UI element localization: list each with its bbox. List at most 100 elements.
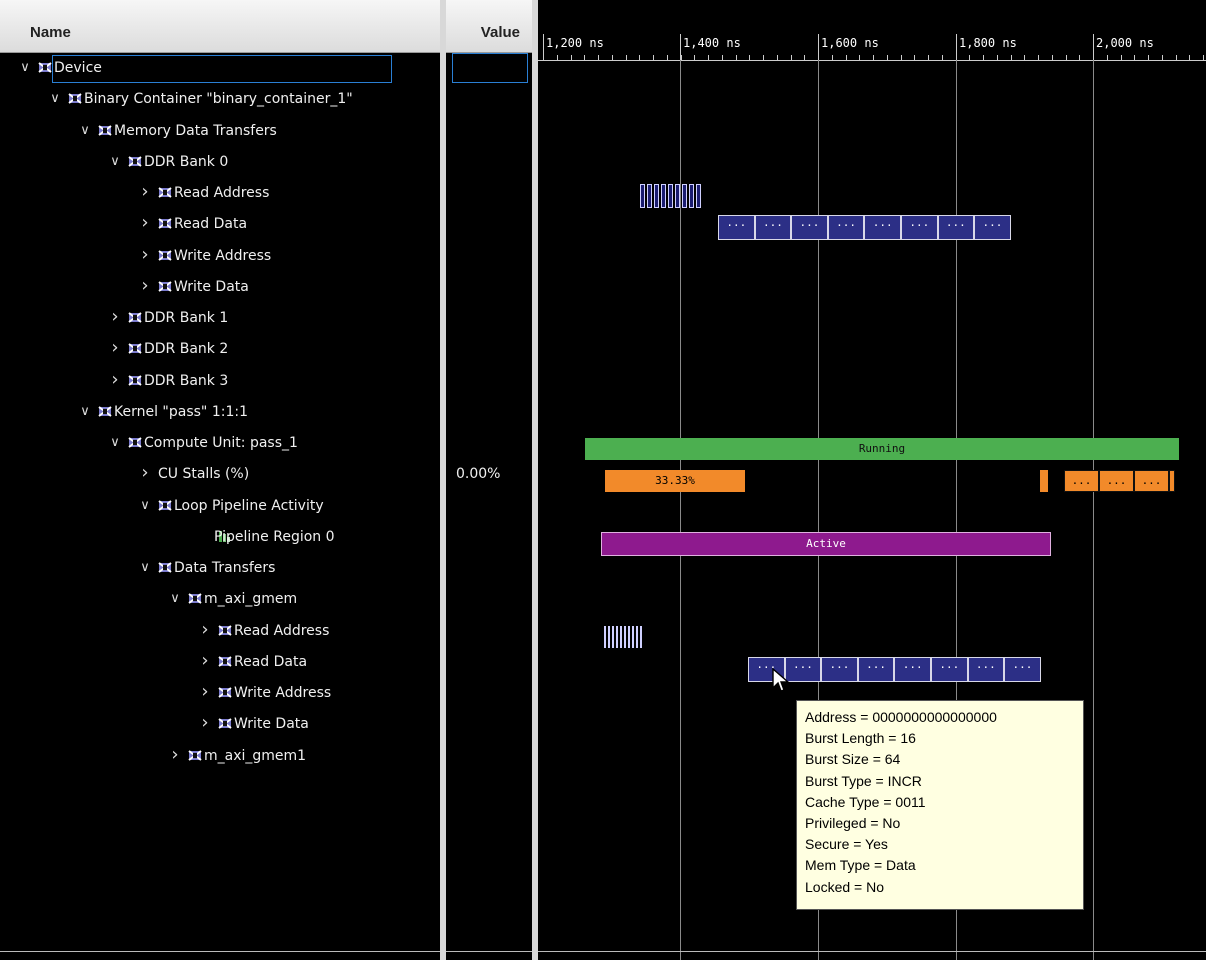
tree-row[interactable]: ∨ DDR Bank 0 [0,147,440,178]
transaction-segment[interactable]: ... [857,657,895,682]
transaction-segment[interactable]: ... [1064,470,1099,492]
tree-row[interactable]: › m_axi_gmem1 [0,741,440,772]
time-ruler[interactable]: 1,200 ns 1,400 ns 1,600 ns 1,800 ns 2,000 ns [538,0,1206,61]
chevron-right-icon[interactable]: › [138,275,152,296]
transaction-segment[interactable]: ... [900,215,938,240]
gmem-read-address-transactions[interactable] [604,626,644,648]
transaction-segment[interactable]: ... [827,215,865,240]
tree-row[interactable]: ∨ Memory Data Transfers [0,116,440,147]
transaction-pulse[interactable] [640,626,642,648]
chevron-right-icon[interactable]: › [108,306,122,327]
tree-row[interactable]: ∨ Device [0,53,440,84]
value-column-header[interactable]: Value [446,0,532,53]
name-column-header[interactable]: Name [0,0,440,53]
transaction-pulse[interactable] [608,626,610,648]
tree-row[interactable]: › Read Data [0,209,440,240]
chevron-down-icon[interactable]: ∨ [138,498,152,513]
transaction-pulse[interactable] [696,184,701,208]
cu-stall-bar-small[interactable] [1040,470,1048,492]
tree-row[interactable]: › DDR Bank 3 [0,366,440,397]
tree-row[interactable]: › Read Address [0,616,440,647]
tree-row[interactable]: ∨ Loop Pipeline Activity [0,491,440,522]
chevron-right-icon[interactable]: › [138,462,152,483]
transaction-segment[interactable]: ... [754,215,792,240]
tree-row[interactable]: › DDR Bank 2 [0,334,440,365]
transaction-segment[interactable]: ... [930,657,968,682]
chevron-down-icon[interactable]: ∨ [78,123,92,138]
tree-row[interactable]: › Write Data [0,709,440,740]
chevron-right-icon[interactable]: › [168,744,182,765]
transaction-segment[interactable]: ... [974,215,1011,240]
transaction-pulse[interactable] [682,184,687,208]
chevron-down-icon[interactable]: ∨ [108,154,122,169]
ruler-tick-label: 1,400 ns [683,36,741,50]
chevron-down-icon[interactable]: ∨ [168,591,182,606]
transaction-pulse[interactable] [636,626,638,648]
tree-row[interactable]: ∨ m_axi_gmem [0,584,440,615]
transaction-segment[interactable] [1169,470,1175,492]
tooltip-line: Privileged = No [805,815,901,832]
transaction-segment[interactable]: ... [784,657,822,682]
chevron-right-icon[interactable]: › [198,712,212,733]
transaction-pulse[interactable] [689,184,694,208]
chevron-right-icon[interactable]: › [108,337,122,358]
transaction-pulse[interactable] [668,184,673,208]
transaction-segment[interactable]: ... [967,657,1005,682]
tree-row-label: DDR Bank 2 [144,341,229,358]
tree-row[interactable]: ∨ Binary Container "binary_container_1" [0,84,440,115]
transaction-segment[interactable]: ... [894,657,931,682]
transaction-segment[interactable]: ... [1004,657,1041,682]
transaction-segment[interactable]: ... [821,657,858,682]
tree-row[interactable]: ∨ Compute Unit: pass_1 [0,428,440,459]
transaction-pulse[interactable] [661,184,666,208]
chevron-down-icon[interactable]: ∨ [108,435,122,450]
ddr0-read-address-transactions[interactable] [640,184,703,208]
tree-row[interactable]: › Write Data [0,272,440,303]
transaction-segment[interactable]: ... [864,215,901,240]
transaction-pulse[interactable] [640,184,645,208]
gmem-read-data-transactions[interactable]: ........................ [748,657,1041,682]
tree-row[interactable]: › CU Stalls (%) [0,459,440,490]
tree-row[interactable]: ∨ Kernel "pass" 1:1:1 [0,397,440,428]
transaction-segment[interactable]: ... [1134,470,1169,492]
chevron-right-icon[interactable]: › [138,181,152,202]
chevron-down-icon[interactable]: ∨ [18,60,32,75]
chevron-right-icon[interactable]: › [138,244,152,265]
transaction-pulse[interactable] [647,184,652,208]
transaction-pulse[interactable] [620,626,622,648]
chevron-right-icon[interactable]: › [138,212,152,233]
chevron-right-icon[interactable]: › [198,619,212,640]
transaction-pulse[interactable] [624,626,626,648]
chevron-down-icon[interactable]: ∨ [138,560,152,575]
transaction-segment[interactable]: ... [1099,470,1134,492]
transaction-pulse[interactable] [604,626,606,648]
transaction-pulse[interactable] [616,626,618,648]
ddr0-read-data-transactions[interactable]: ........................ [718,215,1011,240]
chevron-down-icon[interactable]: ∨ [78,404,92,419]
cu-stall-segments[interactable]: ......... [1064,470,1175,492]
tree-row[interactable]: › DDR Bank 1 [0,303,440,334]
signal-names-pane[interactable]: Name ∨ Device ∨ Binary Container "binary_co… [0,0,440,960]
signal-values-pane[interactable]: Value 0.00% [446,0,532,960]
transaction-segment[interactable]: ... [791,215,828,240]
transaction-pulse[interactable] [612,626,614,648]
tree-row[interactable]: › Read Address [0,178,440,209]
chevron-down-icon[interactable]: ∨ [48,91,62,106]
transaction-pulse[interactable] [675,184,680,208]
chevron-right-icon[interactable]: › [198,681,212,702]
transaction-pulse[interactable] [654,184,659,208]
cu-running-bar[interactable]: Running [585,438,1179,460]
tree-row[interactable]: › Write Address [0,678,440,709]
transaction-segment[interactable]: ... [718,215,755,240]
tree-row[interactable]: › Write Address [0,241,440,272]
tree-row[interactable]: ∨ Data Transfers [0,553,440,584]
tree-row[interactable]: › Read Data [0,647,440,678]
transaction-pulse[interactable] [632,626,634,648]
chevron-right-icon[interactable]: › [108,369,122,390]
chevron-right-icon[interactable]: › [198,650,212,671]
transaction-segment[interactable]: ... [937,215,975,240]
pipeline-active-bar[interactable]: Active [601,532,1051,556]
cu-stall-bar[interactable]: 33.33% [605,470,745,492]
transaction-pulse[interactable] [628,626,630,648]
tree-row[interactable]: Pipeline Region 0 [0,522,440,553]
